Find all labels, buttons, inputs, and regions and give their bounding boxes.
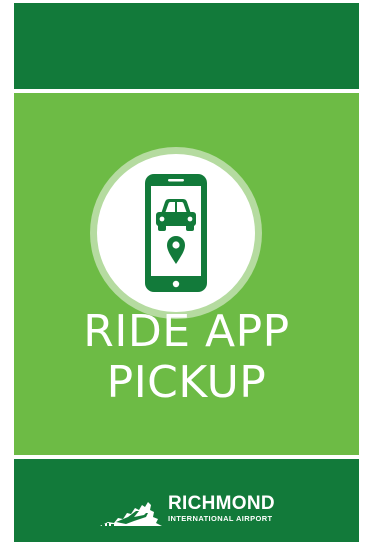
phone-car-location-icon <box>145 174 207 292</box>
virginia-airplane-logo-icon <box>100 502 162 526</box>
airport-name: RICHMOND <box>168 493 275 514</box>
sign-title-line-2: PICKUP <box>106 357 267 408</box>
airport-subtitle: INTERNATIONAL AIRPORT <box>168 514 273 523</box>
icon-badge <box>90 147 262 319</box>
ride-app-pickup-sign: RIDE APP PICKUP RICHMOND INTERNATIONAL A… <box>14 3 359 542</box>
airport-logo: RICHMOND INTERNATIONAL AIRPORT <box>98 494 298 530</box>
sign-title-line-1: RIDE APP <box>83 306 290 357</box>
top-band <box>14 3 359 89</box>
icon-disc <box>97 154 255 312</box>
